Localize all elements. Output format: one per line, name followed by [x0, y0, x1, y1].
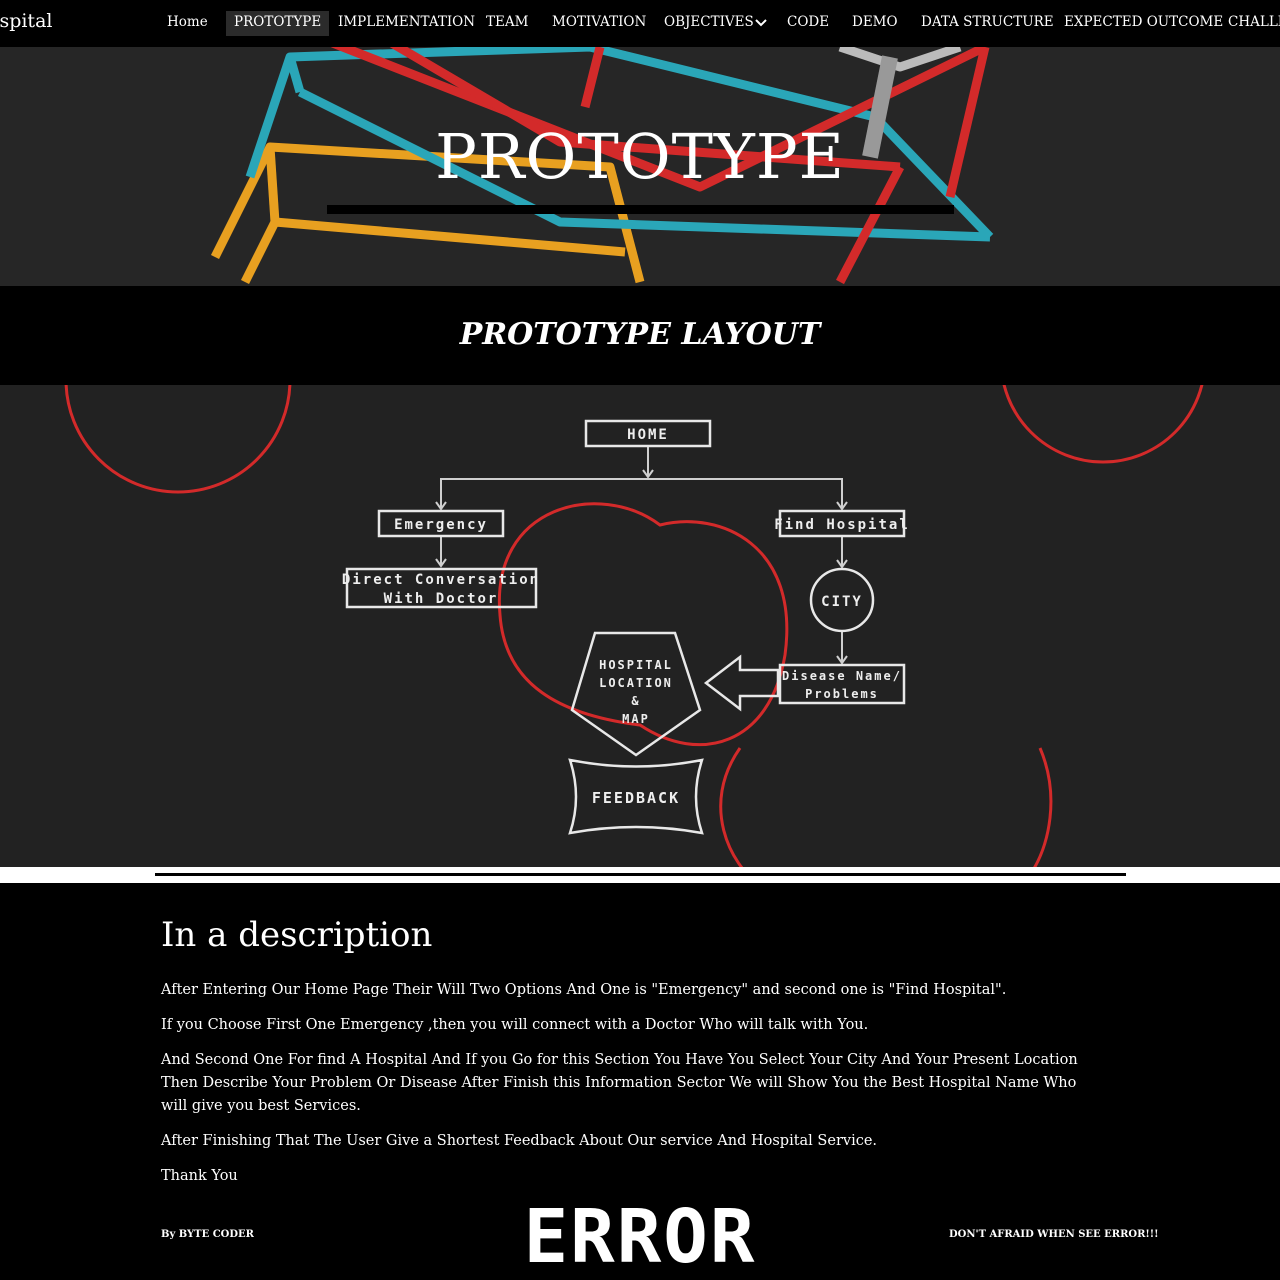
home-label: HOME	[627, 427, 669, 443]
nav-item-prototype[interactable]: PROTOTYPE	[226, 11, 330, 36]
disease-label-1: Disease Name/	[782, 669, 902, 683]
decor-blob	[497, 502, 789, 747]
nav-item-team[interactable]: TEAM	[478, 11, 536, 36]
direct-conversation-label-1: Direct Conversation	[342, 572, 540, 588]
error-logo-text: ERROR	[524, 1200, 757, 1272]
city-label: CITY	[821, 594, 863, 610]
arrow-left-icon	[703, 654, 780, 712]
nav-item-code[interactable]: CODE	[779, 11, 837, 36]
description-section: In a description After Entering Our Home…	[161, 915, 1101, 1200]
nav-item-objectives[interactable]: OBJECTIVES	[656, 11, 762, 36]
hospital-label-1: HOSPITAL	[599, 658, 673, 672]
flowchart: HOME Emergency Find Hospital Direct Conv…	[64, 385, 1204, 867]
hospital-label-2: LOCATION	[599, 676, 673, 690]
nav-item-data-structure[interactable]: DATA STRUCTURE	[913, 11, 1062, 36]
nav-item-home[interactable]: Home	[159, 11, 216, 36]
prototype-diagram: HOME Emergency Find Hospital Direct Conv…	[0, 385, 1280, 867]
section-header: PROTOTYPE LAYOUT	[0, 286, 1280, 385]
nav-item-motivation[interactable]: MOTIVATION	[544, 11, 654, 36]
description-paragraph: And Second One For find A Hospital And I…	[161, 1052, 1078, 1114]
description-paragraph: After Entering Our Home Page Their Will …	[161, 982, 1007, 998]
footer-tagline: DON'T AFRAID WHEN SEE ERROR!!!	[949, 1229, 1159, 1240]
description-heading: In a description	[161, 915, 433, 955]
site-title[interactable]: ospital	[0, 10, 52, 32]
decor-circle	[64, 385, 292, 494]
hero-banner: PROTOTYPE	[0, 47, 1280, 286]
nav-item-challenges[interactable]: CHALLE	[1220, 11, 1280, 36]
nav-item-implementation[interactable]: IMPLEMENTATION	[330, 11, 483, 36]
nav-item-demo[interactable]: DEMO	[844, 11, 906, 36]
hospital-label-4: MAP	[622, 712, 650, 726]
footer-credit: By BYTE CODER	[161, 1229, 254, 1240]
section-title: PROTOTYPE LAYOUT	[459, 317, 821, 352]
description-paragraph: After Finishing That The User Give a Sho…	[161, 1133, 878, 1149]
direct-conversation-label-2: With Doctor	[384, 591, 499, 607]
top-navigation: ospital Home PROTOTYPE IMPLEMENTATION TE…	[0, 0, 1280, 47]
emergency-label: Emergency	[394, 517, 488, 533]
find-hospital-label: Find Hospital	[774, 517, 910, 533]
decor-arc	[719, 747, 1053, 867]
decor-circle	[1002, 385, 1204, 464]
hospital-label-3: &	[631, 694, 640, 708]
nav-item-expected-outcome[interactable]: EXPECTED OUTCOME	[1056, 11, 1231, 36]
chevron-down-icon[interactable]	[753, 13, 769, 33]
feedback-label: FEEDBACK	[592, 789, 680, 807]
divider-line	[155, 873, 1126, 876]
hero-underline	[327, 205, 954, 214]
description-paragraph: Thank You	[161, 1168, 238, 1184]
error-logo: ERROR	[524, 1200, 757, 1272]
hero-title: PROTOTYPE	[435, 120, 845, 193]
description-paragraph: If you Choose First One Emergency ,then …	[161, 1017, 869, 1033]
disease-label-2: Problems	[805, 687, 879, 701]
